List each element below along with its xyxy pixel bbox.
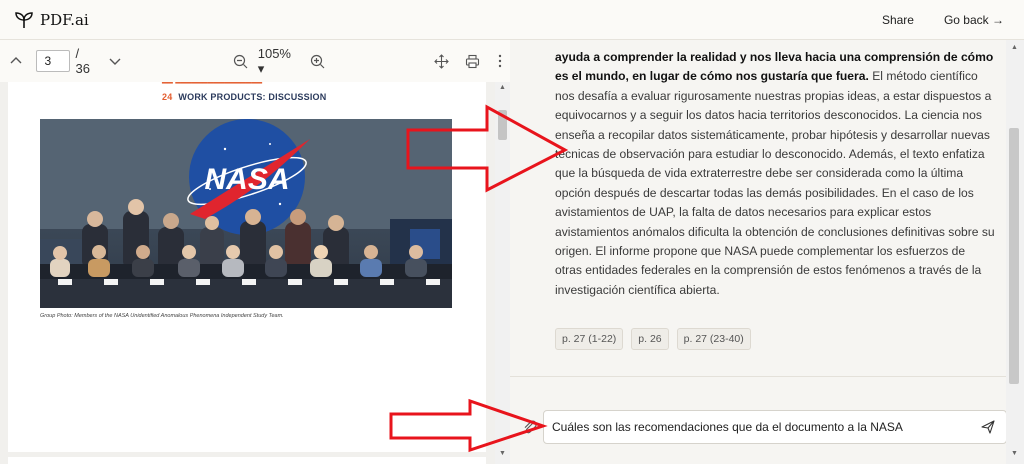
- chat-scroll-down-arrow[interactable]: ▼: [1011, 450, 1018, 457]
- citation-chip[interactable]: p. 27 (23-40): [676, 328, 751, 350]
- annotation-arrow-bottom: [389, 398, 548, 453]
- chat-input-box[interactable]: [543, 410, 1007, 444]
- app-header: PDF.ai Share Go back →: [0, 0, 1024, 40]
- toc-number: 24: [162, 92, 173, 102]
- citation-chip[interactable]: p. 27 (1-22): [555, 328, 624, 350]
- zoom-select[interactable]: 105% ▾: [258, 46, 300, 77]
- toc-cut-line: ━━ ━━━━━━━━━━━━━━━━: [162, 82, 263, 88]
- logo-text: PDF.ai: [40, 10, 89, 29]
- page-number-input[interactable]: [35, 50, 70, 72]
- chat-scrollbar[interactable]: ▲ ▼: [1006, 40, 1024, 464]
- group-photo: NASA: [40, 119, 452, 308]
- chevron-down-icon[interactable]: [105, 51, 125, 71]
- more-vertical-icon[interactable]: [490, 51, 510, 71]
- go-back-button[interactable]: Go back →: [944, 13, 1004, 27]
- zoom-out-icon[interactable]: [230, 51, 249, 71]
- chat-divider: [510, 376, 1010, 377]
- move-icon[interactable]: [431, 51, 451, 71]
- photo-caption: Group Photo: Members of the NASA Unident…: [40, 313, 284, 319]
- share-button[interactable]: Share: [882, 13, 914, 27]
- answer-text: El método científico nos desafía a evalu…: [555, 69, 995, 297]
- zoom-in-icon[interactable]: [308, 51, 327, 71]
- annotation-arrow-top: [406, 104, 569, 193]
- logo[interactable]: PDF.ai: [14, 10, 89, 30]
- chat-scroll-thumb[interactable]: [1009, 128, 1019, 384]
- scroll-up-arrow[interactable]: ▲: [499, 84, 506, 91]
- sprout-logo-icon: [15, 11, 33, 28]
- print-icon[interactable]: [463, 51, 483, 71]
- page-total: / 36: [75, 46, 91, 76]
- chat-scroll-up-arrow[interactable]: ▲: [1011, 44, 1018, 51]
- pdf-next-page: [8, 457, 486, 464]
- citation-list: p. 27 (1-22) p. 26 p. 27 (23-40): [555, 328, 759, 350]
- toc-entry[interactable]: 24 WORK PRODUCTS: DISCUSSION: [162, 92, 326, 102]
- send-icon[interactable]: [978, 417, 998, 437]
- chat-panel: ayuda a comprender la realidad y nos lle…: [510, 40, 1024, 464]
- svg-text:NASA: NASA: [204, 163, 289, 196]
- chat-input[interactable]: [544, 420, 978, 434]
- pdf-toolbar: / 36 105% ▾: [0, 40, 510, 82]
- citation-chip[interactable]: p. 26: [631, 328, 669, 350]
- toc-text: WORK PRODUCTS: DISCUSSION: [178, 92, 327, 102]
- chevron-up-icon[interactable]: [6, 51, 26, 71]
- assistant-answer: ayuda a comprender la realidad y nos lle…: [555, 48, 995, 300]
